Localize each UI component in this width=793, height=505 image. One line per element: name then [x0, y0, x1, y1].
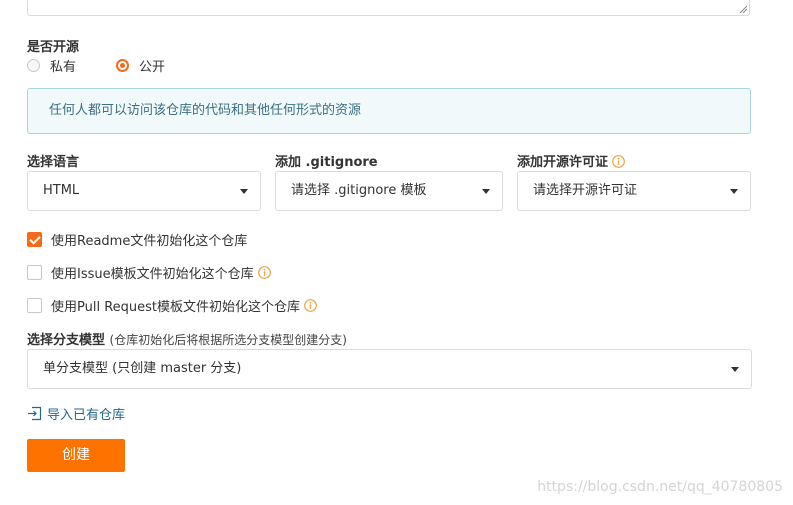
language-select[interactable]: HTML — [27, 171, 261, 211]
pr-template-checkbox[interactable] — [27, 297, 42, 313]
gitignore-select-value: 请选择 .gitignore 模板 — [291, 183, 427, 198]
radio-public[interactable]: 公开 — [116, 56, 165, 75]
radio-private[interactable]: 私有 — [27, 56, 76, 75]
caret-down-icon — [731, 367, 739, 372]
radio-private-label: 私有 — [50, 59, 77, 75]
branch-model-select[interactable]: 单分支模型 (只创建 master 分支) — [27, 349, 752, 389]
license-select-value: 请选择开源许可证 — [533, 183, 638, 198]
language-label: 选择语言 — [27, 155, 80, 170]
create-button[interactable]: 创建 — [27, 439, 125, 472]
info-icon[interactable] — [257, 265, 271, 279]
branch-model-hint: (仓库初始化后将根据所选分支模型创建分支) — [109, 333, 347, 347]
visibility-notice: 任何人都可以访问该仓库的代码和其他任何形式的资源 — [27, 88, 751, 134]
language-select-value: HTML — [43, 183, 80, 198]
issue-template-checkbox[interactable] — [27, 264, 42, 280]
visibility-radio-group: 私有 公开 — [27, 56, 165, 75]
radio-dot[interactable] — [27, 58, 40, 72]
branch-model-select-value: 单分支模型 (只创建 master 分支) — [43, 361, 242, 376]
watermark: https://blog.csdn.net/qq_40780805 — [537, 479, 783, 495]
create-repo-form: 是否开源 私有 公开 任何人都可以访问该仓库的代码和其他任何形式的资源 选择语言… — [0, 0, 793, 505]
issue-template-option-label: 使用Issue模板文件初始化这个仓库 — [51, 266, 254, 282]
import-icon — [28, 406, 42, 421]
caret-down-icon — [730, 189, 738, 194]
readme-option[interactable]: 使用Readme文件初始化这个仓库 — [27, 230, 248, 249]
caret-down-icon — [240, 189, 248, 194]
license-label: 添加开源许可证 — [517, 155, 609, 170]
radio-dot[interactable] — [116, 58, 130, 72]
pr-template-option[interactable]: 使用Pull Request模板文件初始化这个仓库 — [27, 296, 317, 315]
branch-model-label: 选择分支模型 — [27, 333, 106, 348]
readme-option-label: 使用Readme文件初始化这个仓库 — [51, 233, 248, 249]
import-repo-link[interactable]: 导入已有仓库 — [27, 404, 125, 423]
pr-template-option-label: 使用Pull Request模板文件初始化这个仓库 — [51, 299, 301, 315]
caret-down-icon — [482, 189, 490, 194]
gitignore-select[interactable]: 请选择 .gitignore 模板 — [275, 171, 503, 211]
visibility-label: 是否开源 — [27, 40, 80, 55]
license-label-wrap: 添加开源许可证 — [517, 151, 625, 170]
resize-handle-icon[interactable] — [739, 5, 747, 13]
info-icon[interactable] — [612, 155, 625, 168]
gitignore-label: 添加 .gitignore — [275, 155, 378, 170]
branch-model-label-wrap: 选择分支模型 (仓库初始化后将根据所选分支模型创建分支) — [27, 329, 347, 348]
info-icon[interactable] — [304, 298, 317, 312]
import-repo-label: 导入已有仓库 — [47, 408, 126, 423]
description-textarea[interactable] — [27, 0, 750, 16]
license-select[interactable]: 请选择开源许可证 — [517, 171, 751, 211]
radio-public-label: 公开 — [139, 59, 166, 75]
issue-template-option[interactable]: 使用Issue模板文件初始化这个仓库 — [27, 263, 271, 282]
readme-checkbox[interactable] — [27, 231, 42, 247]
